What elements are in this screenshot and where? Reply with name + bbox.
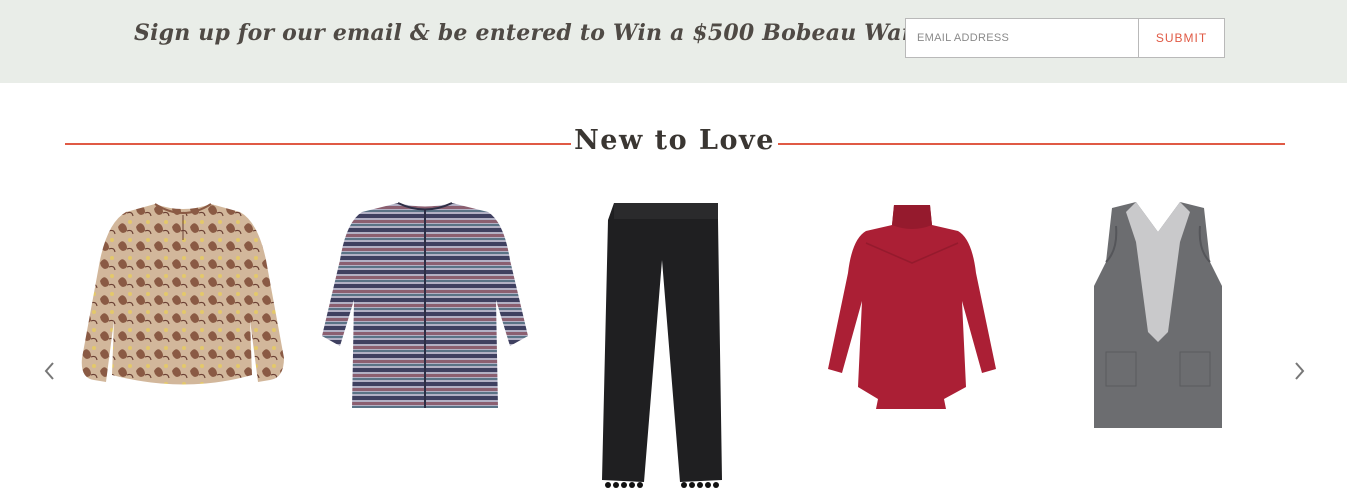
product-red-turtleneck[interactable] bbox=[826, 203, 998, 409]
title-divider-left bbox=[65, 143, 571, 145]
section-title: New to Love bbox=[574, 125, 775, 156]
product-striped-tunic[interactable] bbox=[320, 200, 530, 410]
carousel-prev-button[interactable] bbox=[40, 360, 60, 382]
chevron-left-icon bbox=[44, 362, 54, 380]
product-grey-vest[interactable] bbox=[1092, 202, 1224, 430]
section-header: New to Love bbox=[65, 125, 1285, 163]
carousel-next-button[interactable] bbox=[1289, 360, 1309, 382]
grey-vest-image bbox=[1094, 202, 1222, 428]
signup-headline: Sign up for our email & be entered to Wi… bbox=[134, 20, 986, 46]
email-signup-form: SUBMIT bbox=[905, 18, 1225, 58]
email-signup-bar: Sign up for our email & be entered to Wi… bbox=[0, 0, 1347, 83]
red-turtleneck-image bbox=[828, 205, 996, 409]
submit-button[interactable]: SUBMIT bbox=[1138, 19, 1224, 57]
chevron-right-icon bbox=[1295, 362, 1305, 380]
striped-tunic-image bbox=[322, 202, 528, 408]
product-paisley-blouse[interactable] bbox=[80, 200, 286, 395]
title-divider-right bbox=[778, 143, 1285, 145]
paisley-blouse-image bbox=[81, 203, 284, 385]
product-black-pants[interactable] bbox=[600, 200, 722, 490]
black-pants-image bbox=[602, 203, 722, 488]
email-input[interactable] bbox=[906, 19, 1138, 57]
